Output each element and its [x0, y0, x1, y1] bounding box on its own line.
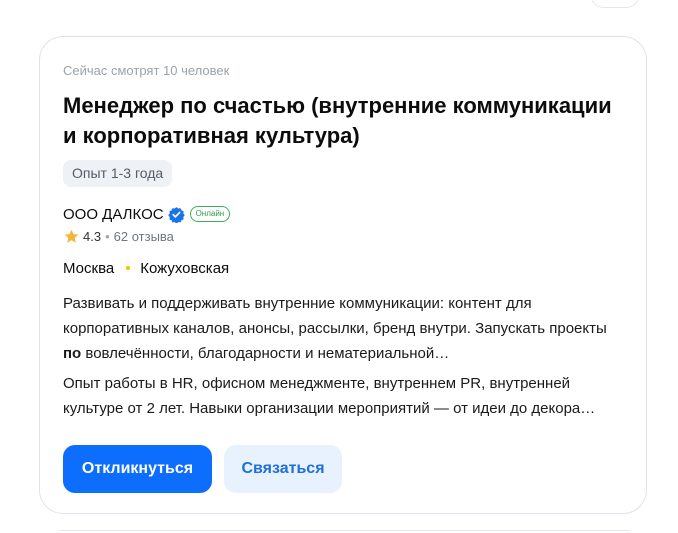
rating-row: 4.3 • 62 отзыва [63, 227, 174, 245]
verified-check-icon [167, 206, 185, 223]
action-buttons: Откликнуться Связаться [63, 445, 342, 493]
next-card-edge [60, 530, 630, 531]
respond-button[interactable]: Откликнуться [63, 445, 212, 493]
description-highlight: по [63, 345, 82, 362]
description-text-end: вовлечённости, благодарности и нематериа… [81, 345, 450, 362]
description-requirements: Опыт работы в HR, офисном менеджменте, в… [63, 375, 596, 417]
contact-button[interactable]: Связаться [224, 445, 342, 493]
metro-line-dot [126, 266, 131, 270]
metro-station: Кожуховская [140, 259, 230, 277]
vacancy-card[interactable]: Сейчас смотрят 10 человек Менеджер по сч… [39, 36, 647, 514]
city: Москва [63, 259, 115, 277]
location-row: Москва Кожуховская [63, 258, 229, 278]
online-badge: Онлайн [189, 206, 231, 222]
rating-value: 4.3 [83, 228, 102, 244]
reviews-count[interactable]: 62 отзыва [114, 229, 174, 244]
description-responsibilities: Развивать и поддерживать внутренние комм… [63, 291, 623, 366]
vacancy-title[interactable]: Менеджер по счастью (внутренние коммуник… [63, 91, 623, 151]
watching-count: Сейчас смотрят 10 человек [63, 63, 230, 78]
previous-card-edge [590, 0, 640, 8]
company-row: ООО ДАЛКОС Онлайн [63, 204, 231, 224]
rating-separator: • [105, 228, 110, 244]
experience-tag: Опыт 1-3 года [63, 160, 173, 187]
company-name[interactable]: ООО ДАЛКОС [63, 206, 164, 223]
star-icon [63, 228, 80, 245]
description-text: Развивать и поддерживать внутренние комм… [63, 295, 607, 337]
